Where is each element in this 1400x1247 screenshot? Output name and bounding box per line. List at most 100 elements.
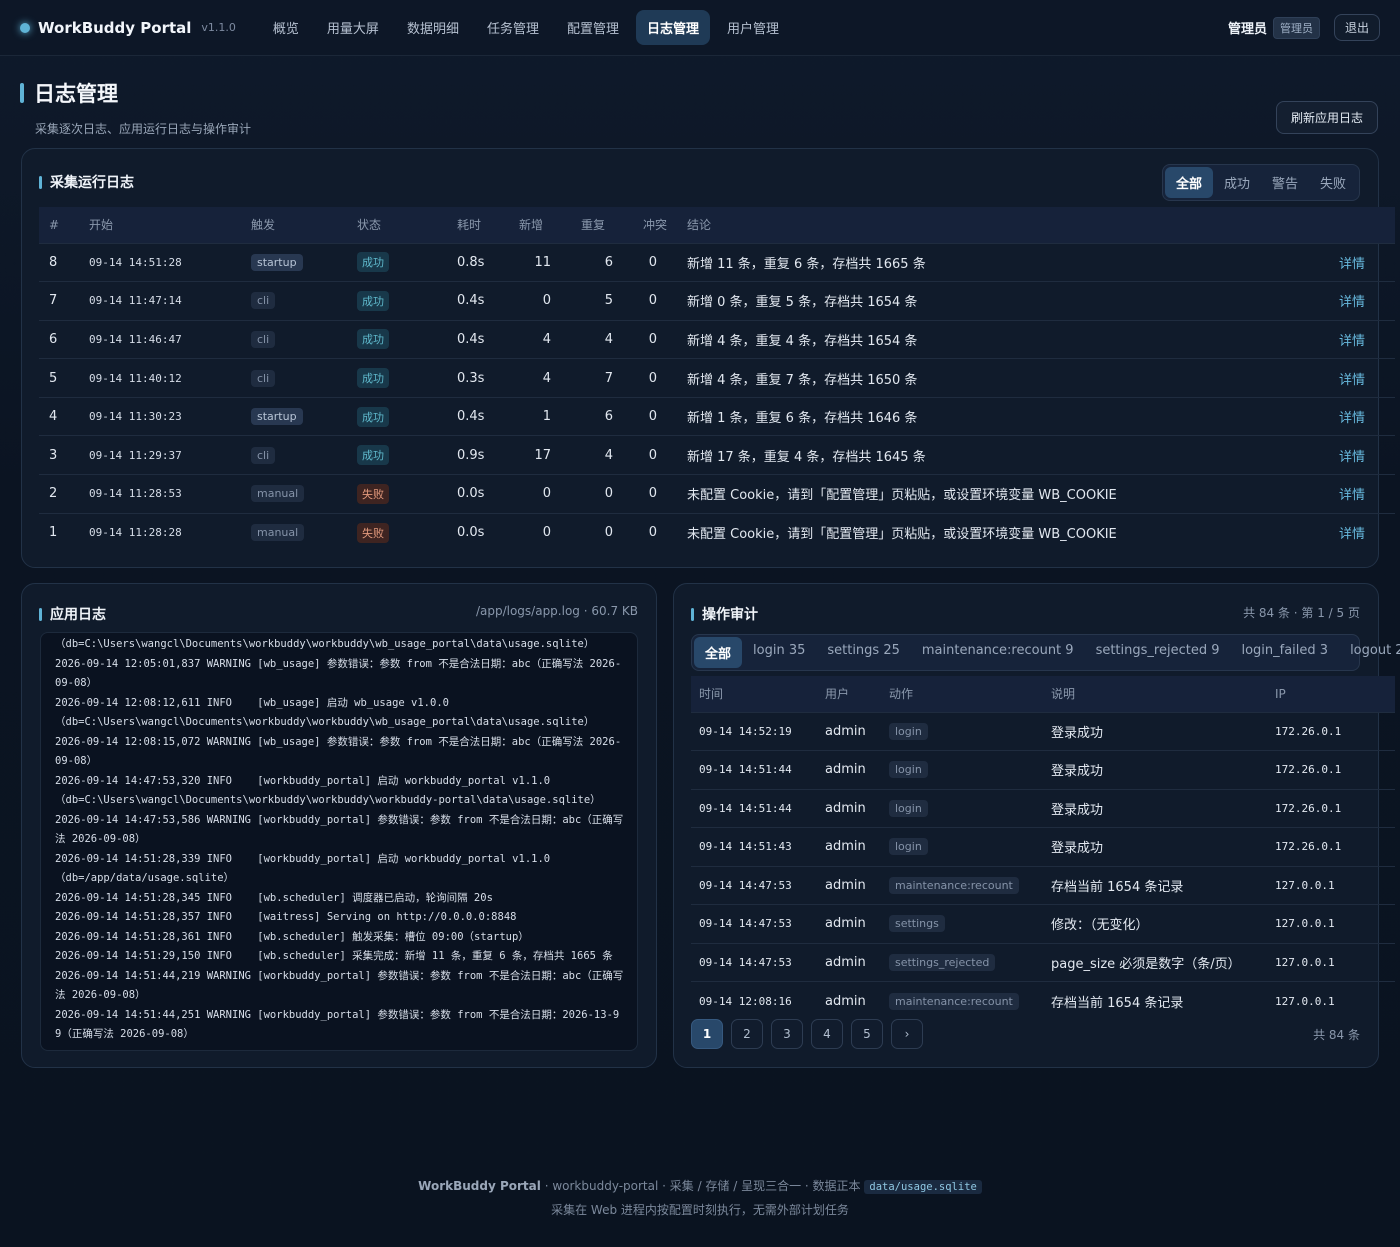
audit-filter-5[interactable]: login_failed 3 bbox=[1230, 637, 1339, 668]
app-name: WorkBuddy Portal bbox=[38, 18, 192, 37]
run-duration: 0.0s bbox=[447, 474, 509, 514]
audit-filter-2[interactable]: settings 25 bbox=[816, 637, 911, 668]
log-line: 2026-09-14 14:47:53,586 WARNING [workbud… bbox=[55, 813, 624, 846]
footer-app-name: WorkBuddy Portal bbox=[418, 1179, 541, 1193]
runs-filter-0[interactable]: 全部 bbox=[1164, 167, 1213, 198]
audit-time: 09-14 14:52:19 bbox=[691, 711, 817, 751]
table-row[interactable]: 09-14 14:47:53 admin maintenance:recount 存档… bbox=[691, 865, 1395, 905]
page-button-2[interactable]: 2 bbox=[731, 1019, 763, 1049]
table-row[interactable]: 7 09-14 11:47:14 cli 成功 0.4s 0 5 0 新增 0 条，重复 5 条… bbox=[39, 281, 1395, 321]
run-detail-link[interactable]: 详情 bbox=[1325, 396, 1395, 436]
table-row[interactable]: 6 09-14 11:46:47 cli 成功 0.4s 4 4 0 新增 4 条，重复 4 条… bbox=[39, 319, 1395, 359]
audit-filter-1[interactable]: login 35 bbox=[742, 637, 816, 668]
page-button-1[interactable]: 1 bbox=[691, 1019, 723, 1049]
panel-accent-bar bbox=[39, 175, 42, 189]
audit-time: 09-14 14:51:43 bbox=[691, 827, 817, 866]
page-title: 日志管理 bbox=[34, 82, 118, 106]
table-row[interactable]: 09-14 14:52:19 admin login 登录成功 172.26.0.1 bbox=[691, 711, 1395, 751]
logout-button[interactable]: 退出 bbox=[1333, 14, 1380, 41]
table-row[interactable]: 4 09-14 11:30:23 startup 成功 0.4s 1 6 0 新增 1 条，重复… bbox=[39, 396, 1395, 436]
audit-description: 登录成功 bbox=[1043, 711, 1267, 751]
log-viewer[interactable]: （db=C:\Users\wangcl\Documents\workbuddy\… bbox=[40, 632, 638, 1051]
run-id: 2 bbox=[39, 474, 79, 514]
audit-filter-6[interactable]: logout 2 bbox=[1339, 637, 1400, 668]
runs-filter-3[interactable]: 失败 bbox=[1309, 167, 1357, 198]
run-conflicts: 0 bbox=[633, 242, 677, 282]
status-badge: 成功 bbox=[357, 406, 389, 427]
nav-item-0[interactable]: 概览 bbox=[262, 10, 310, 45]
runs-filter-2[interactable]: 警告 bbox=[1261, 167, 1309, 198]
nav-item-1[interactable]: 用量大屏 bbox=[316, 10, 390, 45]
run-detail-link[interactable]: 详情 bbox=[1325, 281, 1395, 321]
user-role-badge: 管理员 bbox=[1272, 16, 1320, 39]
page-subtitle: 采集逐次日志、应用运行日志与操作审计 bbox=[35, 122, 252, 136]
run-start-time: 09-14 11:30:23 bbox=[79, 396, 241, 436]
table-row[interactable]: 09-14 14:51:44 admin login 登录成功 172.26.0.1 bbox=[691, 750, 1395, 789]
run-duplicates: 0 bbox=[571, 474, 633, 514]
log-line: 2026-09-14 14:51:28,361 INFO [wb.schedul… bbox=[55, 930, 529, 943]
log-line: 2026-09-14 14:51:28,357 INFO [waitress] … bbox=[55, 911, 517, 923]
run-detail-link[interactable]: 详情 bbox=[1325, 474, 1395, 514]
run-duplicates: 4 bbox=[571, 319, 633, 359]
page-button-4[interactable]: 4 bbox=[811, 1019, 843, 1049]
audit-time: 09-14 14:47:53 bbox=[691, 865, 817, 905]
run-summary: 新增 0 条，重复 5 条，存档共 1654 条 bbox=[677, 281, 1325, 321]
audit-panel: 操作审计 共 84 条 · 第 1 / 5 页 全部 login 35 settin… bbox=[673, 583, 1400, 1068]
run-detail-link[interactable]: 详情 bbox=[1325, 319, 1395, 359]
page-button-5[interactable]: 5 bbox=[851, 1019, 883, 1049]
audit-summary: 共 84 条 · 第 1 / 5 页 bbox=[1243, 606, 1360, 620]
table-row[interactable]: 09-14 14:51:43 admin login 登录成功 172.26.0.1 bbox=[691, 827, 1395, 866]
run-detail-link[interactable]: 详情 bbox=[1325, 242, 1395, 282]
audit-action-cell: login bbox=[881, 827, 1043, 866]
audit-filter-3[interactable]: maintenance:recount 9 bbox=[911, 637, 1085, 668]
run-id: 3 bbox=[39, 435, 79, 475]
refresh-app-log-button[interactable]: 刷新应用日志 bbox=[1275, 101, 1378, 134]
brand[interactable]: WorkBuddy Portal v1.1.0 bbox=[20, 19, 236, 37]
run-detail-link[interactable]: 详情 bbox=[1325, 512, 1395, 552]
run-added: 0 bbox=[509, 474, 571, 514]
run-start-time: 09-14 11:46:47 bbox=[79, 319, 241, 359]
run-duration: 0.0s bbox=[447, 512, 509, 552]
table-row[interactable]: 09-14 12:08:16 admin maintenance:recount 存档… bbox=[691, 981, 1395, 1020]
column-header: IP bbox=[1275, 686, 1286, 701]
run-status-cell: 失败 bbox=[347, 512, 447, 552]
next-page-button[interactable]: › bbox=[891, 1019, 923, 1049]
run-detail-link[interactable]: 详情 bbox=[1325, 435, 1395, 475]
run-conflicts: 0 bbox=[633, 281, 677, 321]
footer-note: 采集在 Web 进程内按配置时刻执行，无需外部计划任务 bbox=[551, 1203, 849, 1217]
run-summary: 新增 4 条，重复 4 条，存档共 1654 条 bbox=[677, 319, 1325, 359]
table-row[interactable]: 09-14 14:47:53 admin settings 修改：（无变化） 127.0… bbox=[691, 904, 1395, 943]
run-duration: 0.4s bbox=[447, 396, 509, 436]
nav-item-2[interactable]: 数据明细 bbox=[396, 10, 470, 45]
run-start-time: 09-14 11:28:28 bbox=[79, 512, 241, 552]
table-row[interactable]: 3 09-14 11:29:37 cli 成功 0.9s 17 4 0 新增 17 条，重复 4… bbox=[39, 435, 1395, 475]
nav-item-3[interactable]: 任务管理 bbox=[476, 10, 550, 45]
audit-user: admin bbox=[817, 981, 881, 1020]
run-duration: 0.3s bbox=[447, 358, 509, 398]
nav-item-5[interactable]: 日志管理 bbox=[635, 10, 710, 45]
audit-action-cell: login bbox=[881, 711, 1043, 751]
table-row[interactable]: 8 09-14 14:51:28 startup 成功 0.8s 11 6 0 新增 11 条，… bbox=[39, 242, 1395, 282]
app-log-panel: 应用日志 /app/logs/app.log · 60.7 KB （db=C:\… bbox=[21, 583, 657, 1068]
trigger-badge: cli bbox=[251, 330, 276, 348]
run-added: 17 bbox=[509, 435, 571, 475]
table-row[interactable]: 09-14 14:47:53 admin settings_rejected page… bbox=[691, 942, 1395, 982]
nav-item-6[interactable]: 用户管理 bbox=[716, 10, 790, 45]
run-added: 0 bbox=[509, 512, 571, 552]
brand-logo-icon bbox=[20, 22, 30, 33]
table-row[interactable]: 2 09-14 11:28:53 manual 失败 0.0s 0 0 0 未配置 Cookie… bbox=[39, 474, 1395, 514]
run-id: 7 bbox=[39, 281, 79, 321]
audit-filter-0[interactable]: 全部 bbox=[694, 637, 743, 668]
table-row[interactable]: 1 09-14 11:28:28 manual 失败 0.0s 0 0 0 未配置 Cookie… bbox=[39, 512, 1395, 552]
page-button-3[interactable]: 3 bbox=[771, 1019, 803, 1049]
table-row[interactable]: 09-14 14:51:44 admin login 登录成功 172.26.0.1 bbox=[691, 788, 1395, 828]
runs-filter-1[interactable]: 成功 bbox=[1213, 167, 1261, 198]
audit-description: 存档当前 1654 条记录 bbox=[1043, 981, 1267, 1020]
status-badge: 成功 bbox=[357, 368, 389, 389]
table-row[interactable]: 5 09-14 11:40:12 cli 成功 0.3s 4 7 0 新增 4 条，重复 7 条… bbox=[39, 358, 1395, 398]
log-line: 2026-09-14 14:51:44,219 WARNING [workbud… bbox=[55, 969, 624, 1002]
audit-filter-4[interactable]: settings_rejected 9 bbox=[1085, 637, 1231, 668]
trigger-badge: cli bbox=[251, 446, 276, 464]
nav-item-4[interactable]: 配置管理 bbox=[556, 10, 630, 45]
run-detail-link[interactable]: 详情 bbox=[1325, 358, 1395, 398]
